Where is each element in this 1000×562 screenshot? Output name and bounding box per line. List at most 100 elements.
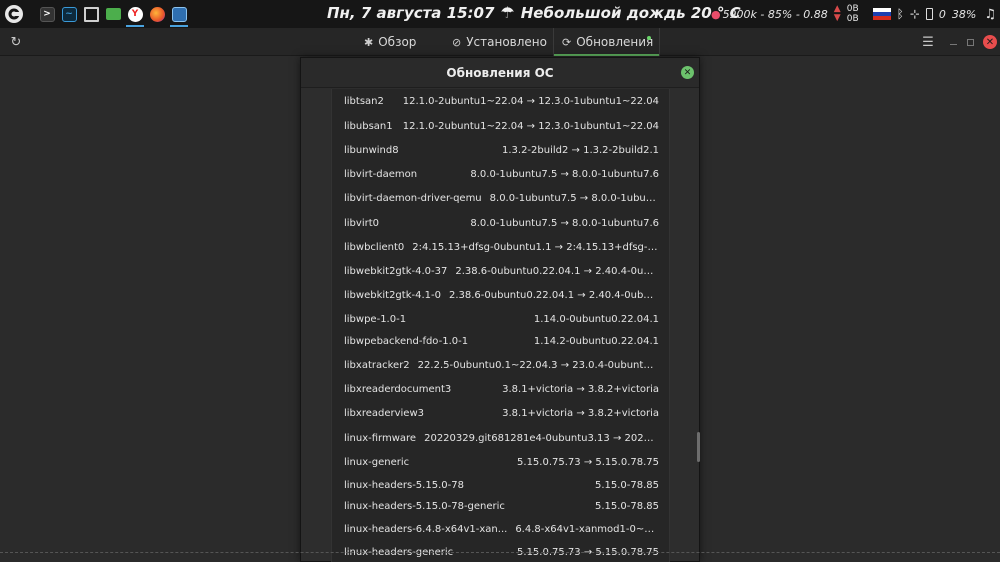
package-version: 2:4.15.13+dfsg-0ubuntu1.1 → 2:4.15.13+df… <box>412 241 659 253</box>
tab-installed[interactable]: ⊘ Установлено <box>452 28 547 56</box>
dialog-close-button[interactable]: ✕ <box>681 66 694 79</box>
package-name: linux-headers-5.15.0-78 <box>344 479 464 491</box>
scrollbar-thumb[interactable] <box>697 432 700 462</box>
task-files[interactable] <box>103 0 123 28</box>
minimize-icon <box>949 43 957 45</box>
package-version: 1.14.2-0ubuntu0.22.04.1 <box>533 335 659 347</box>
network-speed[interactable]: 0B 0B <box>847 4 859 24</box>
package-name: libxatracker2 <box>344 359 410 371</box>
package-name: libxreaderdocument3 <box>344 383 452 395</box>
list-item[interactable]: libwebkit2gtk-4.1-0 2.38.6-0ubuntu0.22.04… <box>332 283 669 307</box>
list-item[interactable]: libwebkit2gtk-4.0-37 2.38.6-0ubuntu0.22.0… <box>332 259 669 283</box>
updates-indicator-dot <box>647 36 651 40</box>
list-item[interactable]: linux-headers-6.4.8-x64v1-xan... 6.4.8-x6… <box>332 517 669 541</box>
asterisk-icon: ✱ <box>364 35 374 49</box>
bluetooth-icon[interactable]: ᛒ <box>897 7 904 21</box>
list-item[interactable]: libwpebackend-fdo-1.0-1 1.14.2-0ubuntu0.2… <box>332 329 669 353</box>
maximize-button[interactable] <box>965 28 975 56</box>
package-name: libwbclient0 <box>344 241 405 253</box>
clock-text: Пн, 7 августа 15:07 <box>327 3 495 22</box>
system-monitor-icon: ~ <box>61 6 77 22</box>
list-item[interactable]: libubsan1 12.1.0-2ubuntu1~22.04 → 12.3.0-… <box>332 114 669 138</box>
dialog-title: Обновления ОС <box>446 65 554 80</box>
list-item[interactable]: libvirt-daemon-driver-qemu 8.0.0-1ubuntu7… <box>332 186 669 210</box>
package-name: libtsan2 <box>344 95 384 107</box>
package-version: 20220329.git681281e4-0ubuntu3.13 → 20220… <box>424 432 659 444</box>
music-note-icon[interactable]: ♫ <box>984 7 996 22</box>
network-arrows-icon: ▲ ▼ <box>833 4 841 23</box>
refresh-icon: ↻ <box>10 34 22 50</box>
terminal-icon: > <box>39 6 55 22</box>
tab-label: Обзор <box>378 35 417 49</box>
list-item[interactable]: linux-headers-generic 5.15.0.75.73 → 5.15… <box>332 540 669 562</box>
list-item[interactable]: linux-firmware 20220329.git681281e4-0ubun… <box>332 426 669 450</box>
package-version: 5.15.0.75.73 → 5.15.0.78.75 <box>517 456 659 468</box>
package-name: linux-headers-5.15.0-78-generic <box>344 500 505 512</box>
tab-overview[interactable]: ✱ Обзор <box>364 28 416 56</box>
package-version: 5.15.0-78.85 <box>594 500 659 512</box>
refresh-button[interactable]: ↻ <box>8 28 24 56</box>
folder-icon <box>105 8 121 20</box>
package-version: 1.3.2-2build2 → 1.3.2-2build2.1 <box>501 144 659 156</box>
package-name: linux-firmware <box>344 432 417 444</box>
system-stats[interactable]: 5900k - 85% - 0.88 <box>723 8 828 21</box>
package-version: 12.1.0-2ubuntu1~22.04 → 12.3.0-1ubuntu1~… <box>402 120 659 132</box>
system-tray: ● 5900k - 85% - 0.88 ▲ ▼ 0B 0B ᛒ ⊹ 0 38% … <box>705 0 996 28</box>
close-button[interactable]: ✕ <box>983 28 997 56</box>
screenshot-icon <box>83 6 99 22</box>
minimize-button[interactable] <box>948 28 958 56</box>
app-menu-button[interactable] <box>0 0 28 28</box>
app-toolbar: ↻ ✱ Обзор ⊘ Установлено ⟳ Обновления ☰ ✕ <box>0 28 1000 56</box>
list-item[interactable]: libxatracker2 22.2.5-0ubuntu0.1~22.04.3 →… <box>332 353 669 377</box>
menu-button[interactable]: ☰ <box>921 28 935 56</box>
tab-label: Обновления <box>576 35 654 49</box>
hamburger-icon: ☰ <box>922 34 934 50</box>
list-item[interactable]: libunwind8 1.3.2-2build2 → 1.3.2-2build2.… <box>332 138 669 162</box>
package-version: 2.38.6-0ubuntu0.22.04.1 → 2.40.4-0ubuntu… <box>448 289 659 301</box>
package-name: libunwind8 <box>344 144 399 156</box>
list-item[interactable]: libwbclient0 2:4.15.13+dfsg-0ubuntu1.1 → … <box>332 235 669 259</box>
battery-number: 0 <box>938 7 946 21</box>
package-list[interactable]: libtsan2 12.1.0-2ubuntu1~22.04 → 12.3.0-1… <box>331 89 670 562</box>
distro-logo-icon <box>5 5 23 23</box>
list-item[interactable]: libtsan2 12.1.0-2ubuntu1~22.04 → 12.3.0-1… <box>332 89 669 113</box>
task-screenshot[interactable] <box>81 0 101 28</box>
location-pin-icon: ● <box>710 7 721 21</box>
net-down-value: 0B <box>846 14 859 24</box>
package-name: libwpe-1.0-1 <box>344 313 407 325</box>
package-version: 3.8.1+victoria → 3.8.2+victoria <box>502 407 659 419</box>
list-item[interactable]: libxreaderdocument3 3.8.1+victoria → 3.8.… <box>332 377 669 401</box>
tab-updates[interactable]: ⟳ Обновления <box>553 28 660 56</box>
task-system-monitor[interactable]: ~ <box>59 0 79 28</box>
battery-percent[interactable]: 38% <box>952 8 976 21</box>
yandex-browser-icon: Y <box>127 6 143 22</box>
list-item[interactable]: linux-generic 5.15.0.75.73 → 5.15.0.78.75 <box>332 450 669 474</box>
divider <box>0 552 1000 553</box>
package-version: 3.8.1+victoria → 3.8.2+victoria <box>502 383 659 395</box>
task-firefox[interactable] <box>147 0 167 28</box>
software-manager-icon <box>171 6 187 22</box>
task-terminal[interactable]: > <box>37 0 57 28</box>
package-name: linux-generic <box>344 456 410 468</box>
package-version: 2.38.6-0ubuntu0.22.04.1 → 2.40.4-0ubuntu… <box>455 265 659 277</box>
task-software-manager[interactable] <box>169 0 189 28</box>
package-name: libvirt-daemon-driver-qemu <box>344 192 482 204</box>
close-icon: ✕ <box>983 35 997 49</box>
battery-icon[interactable] <box>925 8 933 20</box>
package-version: 12.1.0-2ubuntu1~22.04 → 12.3.0-1ubuntu1~… <box>402 95 659 107</box>
package-name: linux-headers-6.4.8-x64v1-xan... <box>344 523 508 535</box>
package-name: libxreaderview3 <box>344 407 424 419</box>
top-panel: > ~ Y Пн, 7 августа 15:07 ☂ Небольшой до… <box>0 0 1000 28</box>
package-version: 5.15.0-78.85 <box>594 479 659 491</box>
list-item[interactable]: libwpe-1.0-1 1.14.0-0ubuntu0.22.04.1 <box>332 307 669 331</box>
list-item[interactable]: libvirt-daemon 8.0.0-1ubuntu7.5 → 8.0.0-1… <box>332 162 669 186</box>
list-item[interactable]: libxreaderview3 3.8.1+victoria → 3.8.2+vi… <box>332 401 669 425</box>
task-yandex-browser[interactable]: Y <box>125 0 145 28</box>
network-icon[interactable]: ⊹ <box>910 7 920 21</box>
package-name: libwebkit2gtk-4.1-0 <box>344 289 441 301</box>
list-item[interactable]: libvirt0 8.0.0-1ubuntu7.5 → 8.0.0-1ubuntu… <box>332 211 669 235</box>
list-item[interactable]: linux-headers-5.15.0-78-generic 5.15.0-78… <box>332 494 669 518</box>
russian-flag-icon[interactable] <box>872 8 891 20</box>
package-version: 1.14.0-0ubuntu0.22.04.1 <box>533 313 659 325</box>
clock-weather[interactable]: Пн, 7 августа 15:07 ☂ Небольшой дождь 20… <box>327 3 741 22</box>
